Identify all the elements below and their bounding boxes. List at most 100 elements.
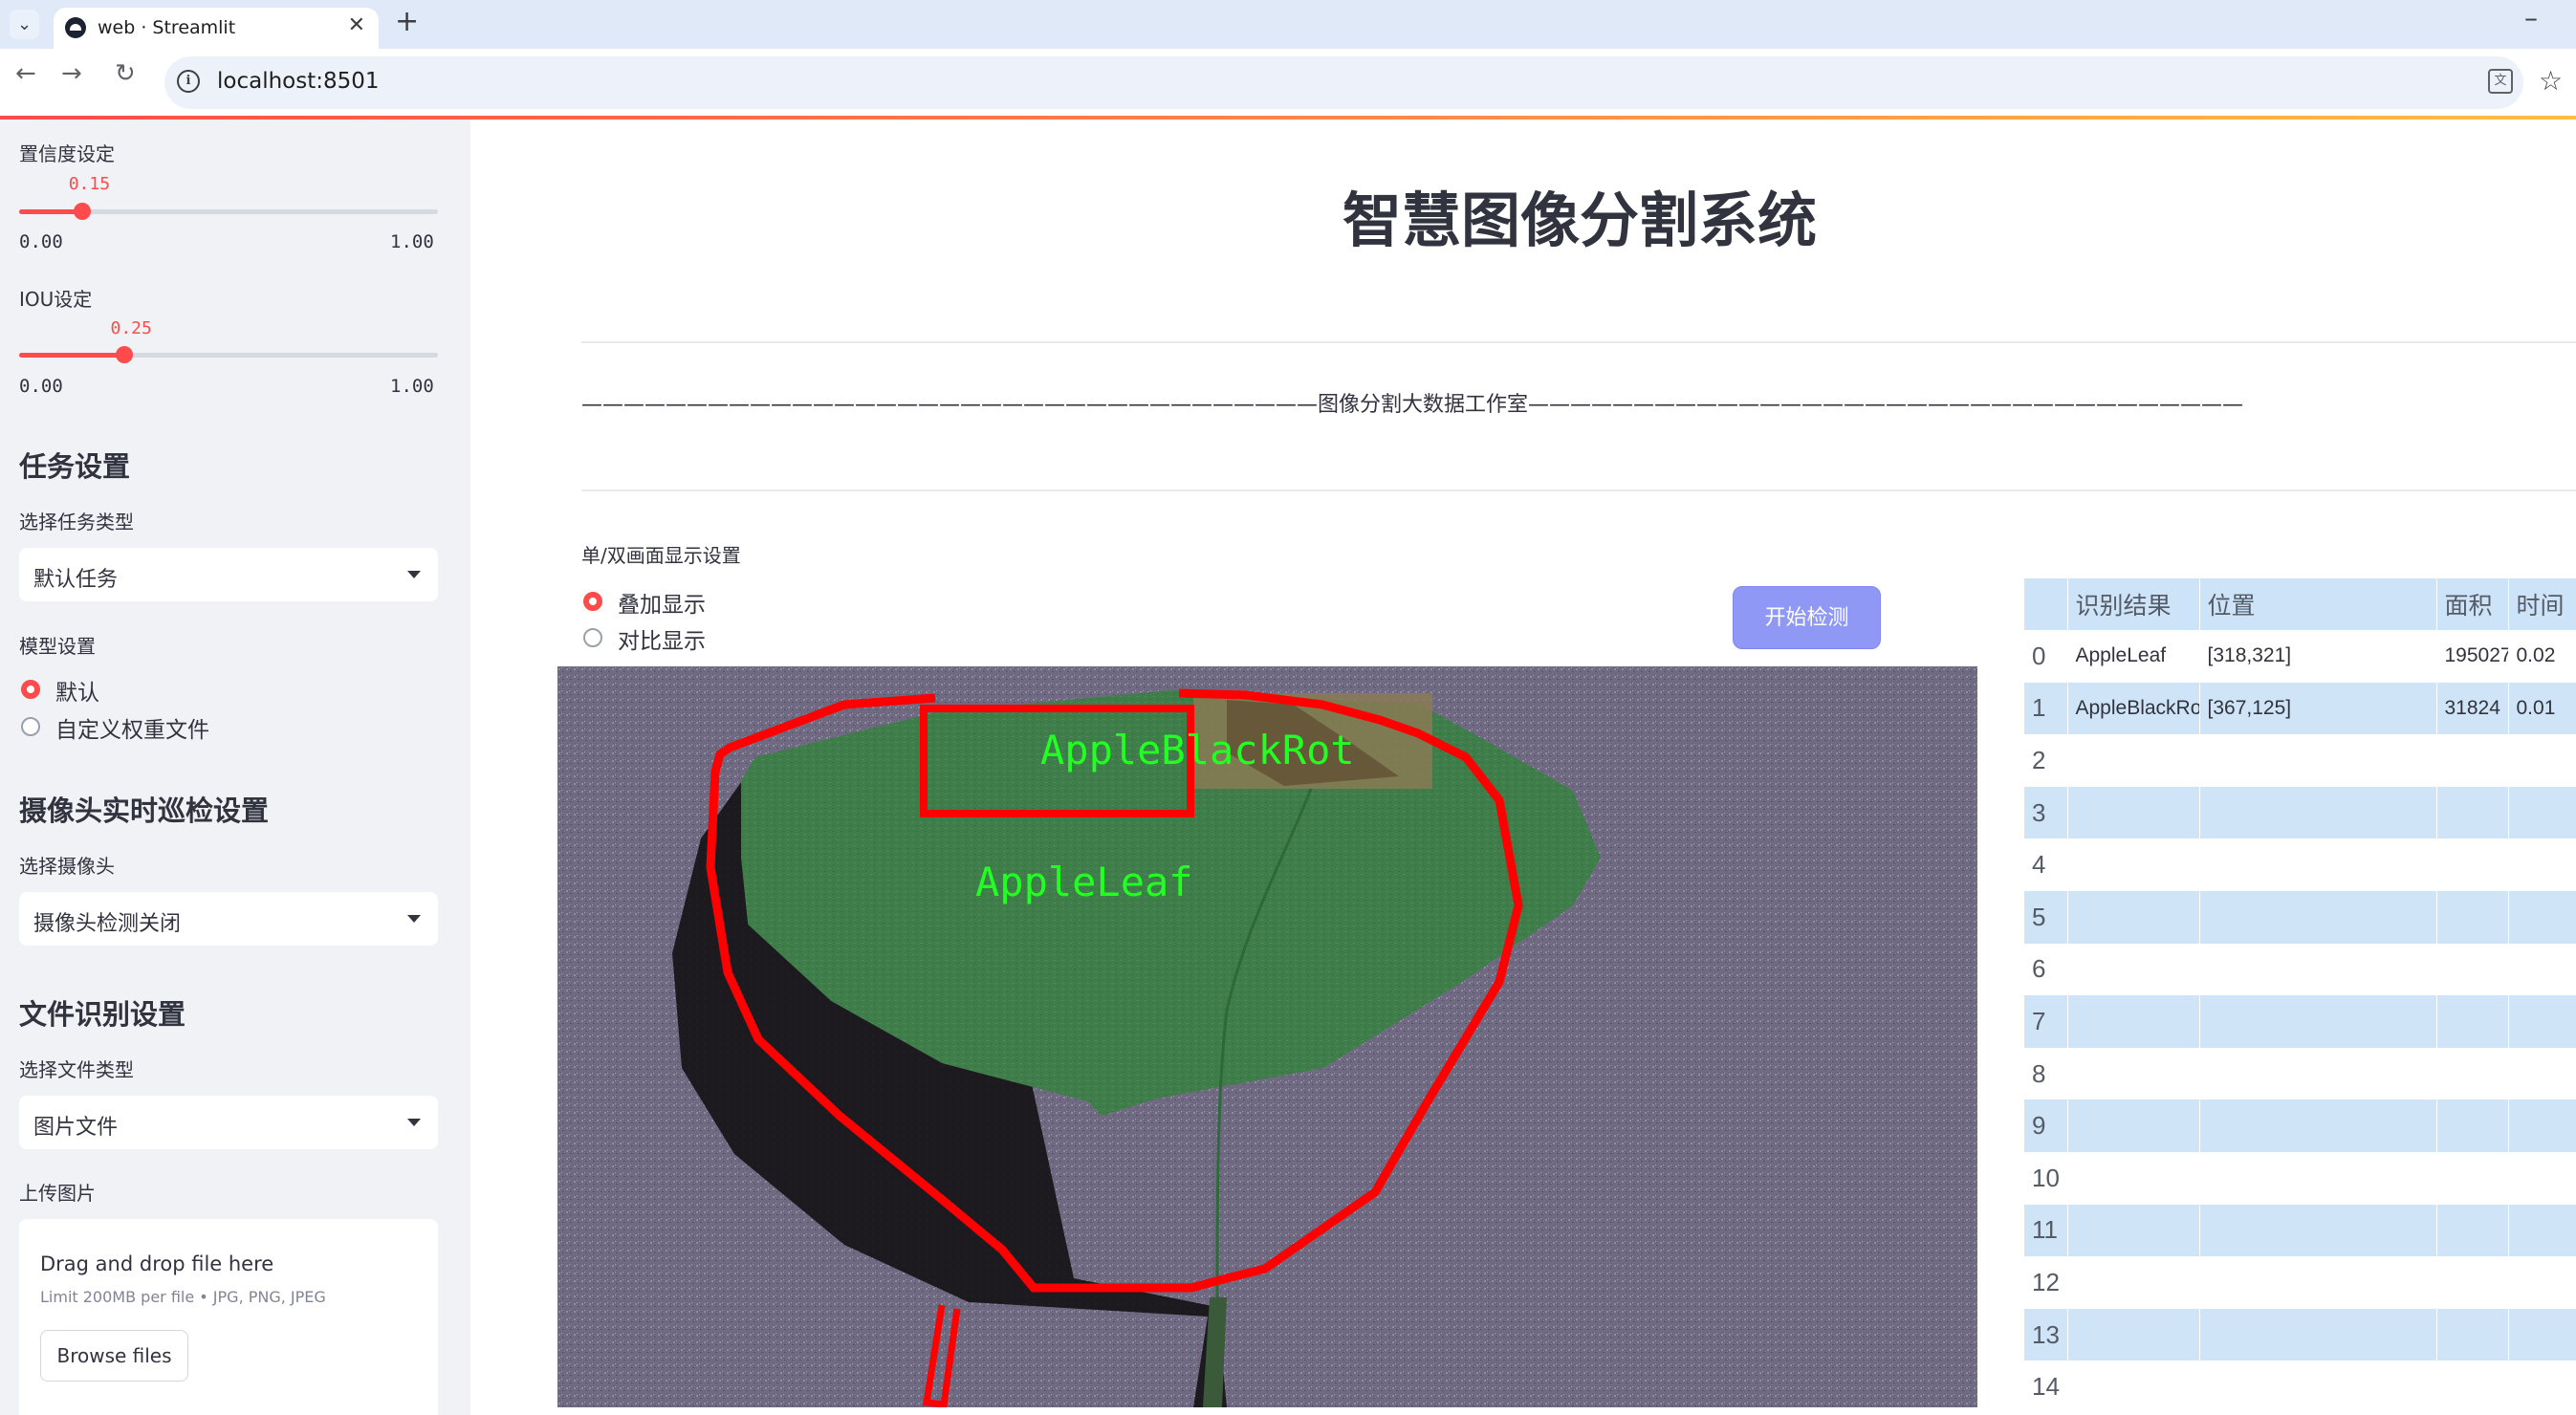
table-row[interactable]: 1 AppleBlackRot [367,125] 31824 0.01: [2024, 682, 2576, 735]
iou-max: 1.00: [390, 376, 434, 397]
bookmark-star-icon[interactable]: ☆: [2539, 65, 2563, 97]
tab-close-icon[interactable]: ✕: [348, 13, 365, 37]
iou-slider-fill: [19, 353, 124, 358]
cell-area: 195027: [2436, 630, 2509, 683]
display-radio-overlay-label: 叠加显示: [618, 593, 706, 618]
cell-area: [2436, 1308, 2509, 1361]
task-type-label: 选择任务类型: [19, 511, 134, 533]
site-info-icon[interactable]: i: [177, 70, 200, 93]
cell-time: 0.02: [2508, 630, 2576, 683]
cell-time: 0.01: [2508, 682, 2576, 735]
model-settings-label: 模型设置: [19, 635, 96, 658]
table-row[interactable]: 8: [2024, 1047, 2576, 1100]
file-type-select[interactable]: 图片文件: [19, 1096, 438, 1149]
row-index: 11: [2024, 1204, 2068, 1257]
iou-slider[interactable]: [19, 346, 438, 363]
row-index: 9: [2024, 1099, 2068, 1152]
cell-result: [2067, 890, 2200, 944]
tab-search-dropdown-icon[interactable]: ⌄: [10, 10, 39, 39]
results-table[interactable]: 识别结果 位置 面积 时间 0 AppleLeaf [318,321] 195027 0…: [2024, 578, 2576, 1415]
cell-result: [2067, 734, 2200, 787]
translate-icon[interactable]: 文: [2488, 69, 2513, 94]
row-index: 5: [2024, 890, 2068, 944]
table-row[interactable]: 6: [2024, 943, 2576, 996]
cell-result: [2067, 786, 2200, 839]
cell-position: [2199, 1308, 2437, 1361]
cell-position: [2199, 734, 2437, 787]
radio-unselected-icon[interactable]: [21, 717, 40, 736]
table-row[interactable]: 14: [2024, 1361, 2576, 1413]
forward-arrow-icon[interactable]: →: [61, 59, 82, 88]
display-mode-label: 单/双画面显示设置: [581, 544, 741, 567]
row-index: 13: [2024, 1308, 2068, 1361]
row-index: 8: [2024, 1047, 2068, 1100]
cell-position: [2199, 1151, 2437, 1205]
iou-slider-thumb[interactable]: [115, 346, 133, 363]
address-bar[interactable]: i localhost:8501: [164, 56, 2523, 109]
table-row[interactable]: 4: [2024, 838, 2576, 891]
table-row[interactable]: 5: [2024, 890, 2576, 944]
studio-banner: ———————————————————————————————————图像分割大…: [581, 393, 2244, 417]
reload-icon[interactable]: ↻: [115, 59, 136, 88]
confidence-min: 0.00: [19, 231, 63, 252]
col-header-position[interactable]: 位置: [2199, 578, 2437, 630]
browse-files-button[interactable]: Browse files: [40, 1330, 188, 1382]
cell-area: [2436, 1361, 2509, 1413]
table-row[interactable]: 0 AppleLeaf [318,321] 195027 0.02: [2024, 630, 2576, 683]
cell-area: [2436, 1151, 2509, 1205]
cell-time: [2508, 786, 2576, 839]
col-header-index: [2024, 578, 2068, 630]
confidence-max: 1.00: [390, 231, 434, 252]
row-index: 10: [2024, 1151, 2068, 1205]
col-header-time[interactable]: 时间: [2508, 578, 2576, 630]
cell-result: [2067, 1204, 2200, 1257]
table-row[interactable]: 7: [2024, 995, 2576, 1048]
page-title: 智慧图像分割系统: [1342, 185, 1817, 255]
cell-position: [2199, 786, 2437, 839]
camera-select[interactable]: 摄像头检测关闭: [19, 892, 438, 946]
cell-position: [2199, 838, 2437, 891]
table-row[interactable]: 13: [2024, 1308, 2576, 1361]
window-minimize-icon[interactable]: –: [2524, 2, 2538, 33]
col-header-result[interactable]: 识别结果: [2067, 578, 2200, 630]
cell-position: [367,125]: [2199, 682, 2437, 735]
cell-area: [2436, 1204, 2509, 1257]
cell-position: [318,321]: [2199, 630, 2437, 683]
radio-unselected-icon[interactable]: [583, 628, 602, 647]
dropzone-limit: Limit 200MB per file • JPG, PNG, JPEG: [40, 1288, 326, 1306]
table-row[interactable]: 11: [2024, 1204, 2576, 1257]
table-row[interactable]: 12: [2024, 1256, 2576, 1309]
radio-selected-icon[interactable]: [583, 592, 602, 611]
url-text[interactable]: localhost:8501: [217, 69, 380, 94]
file-dropzone[interactable]: Drag and drop file here Limit 200MB per …: [19, 1219, 438, 1415]
table-row[interactable]: 3: [2024, 786, 2576, 839]
chevron-down-icon: [407, 571, 421, 578]
cell-time: [2508, 1047, 2576, 1100]
new-tab-icon[interactable]: +: [395, 5, 419, 38]
cell-time: [2508, 1151, 2576, 1205]
confidence-slider[interactable]: [19, 203, 438, 220]
cell-time: [2508, 943, 2576, 996]
chevron-down-icon: [407, 915, 421, 923]
divider: [581, 341, 2576, 343]
radio-selected-icon[interactable]: [21, 680, 40, 699]
cell-time: [2508, 1308, 2576, 1361]
task-type-select[interactable]: 默认任务: [19, 548, 438, 601]
iou-min: 0.00: [19, 376, 63, 397]
col-header-area[interactable]: 面积: [2436, 578, 2509, 630]
browser-tab[interactable]: web · Streamlit ✕: [54, 8, 379, 49]
cell-result: [2067, 943, 2200, 996]
back-arrow-icon[interactable]: ←: [15, 59, 36, 88]
confidence-slider-thumb[interactable]: [73, 203, 91, 220]
cell-position: [2199, 943, 2437, 996]
camera-select-value: 摄像头检测关闭: [33, 912, 182, 936]
task-type-value: 默认任务: [33, 568, 119, 592]
table-row[interactable]: 2: [2024, 734, 2576, 787]
table-row[interactable]: 10: [2024, 1151, 2576, 1205]
file-type-label: 选择文件类型: [19, 1058, 134, 1081]
row-index: 2: [2024, 734, 2068, 787]
table-row[interactable]: 9: [2024, 1099, 2576, 1152]
model-radio-custom-label: 自定义权重文件: [55, 718, 209, 743]
start-detection-button[interactable]: 开始检测: [1733, 586, 1881, 649]
cell-area: [2436, 838, 2509, 891]
